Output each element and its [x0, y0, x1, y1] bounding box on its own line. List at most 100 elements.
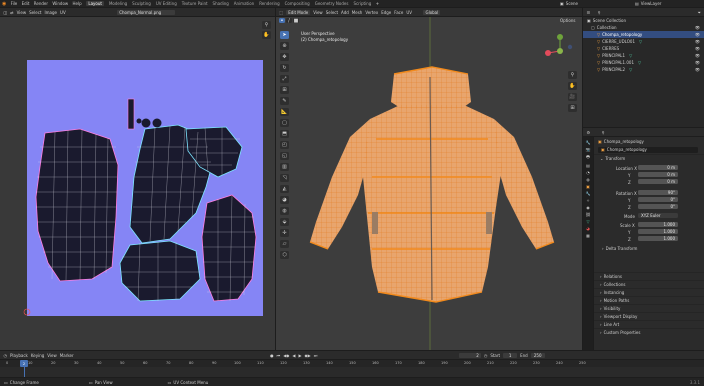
location-z-field[interactable]: 0 m — [638, 179, 678, 184]
uv-sync-icon[interactable]: ⇄ — [10, 10, 13, 15]
data-tab-icon[interactable]: ▽ — [586, 219, 589, 224]
play-reverse-icon[interactable]: ◀ — [292, 353, 295, 358]
custom-properties-section[interactable]: › Custom Properties — [594, 328, 704, 336]
menu-help[interactable]: Help — [73, 1, 82, 6]
workspace-tab-modeling[interactable]: Modeling — [109, 1, 127, 6]
timeline-editor-type-icon[interactable]: ◷ — [4, 353, 8, 358]
outliner-item-collection[interactable]: ▢ Collection 👁 — [583, 24, 704, 31]
tool-tab-icon[interactable]: 🔧 — [586, 140, 591, 145]
scale-z-field[interactable]: 1.000 — [638, 236, 678, 241]
viewlayer-field[interactable]: ViewLayer — [641, 1, 662, 6]
start-frame-field[interactable]: 1 — [503, 352, 518, 358]
rotation-x-field[interactable]: 90° — [638, 190, 678, 195]
world-tab-icon[interactable]: ◍ — [586, 177, 590, 182]
visibility-section[interactable]: › Visibility — [594, 304, 704, 312]
location-x-field[interactable]: 0 m — [638, 165, 678, 170]
timeline-marker-menu[interactable]: Marker — [60, 353, 74, 358]
uv-editor-canvas[interactable]: ⚲ ✋ — [0, 17, 275, 350]
uv-view-menu[interactable]: View — [17, 10, 27, 15]
scale-y-field[interactable]: 1.000 — [638, 229, 678, 234]
workspace-tab-texture-paint[interactable]: Texture Paint — [182, 1, 208, 6]
visibility-eye-icon[interactable]: 👁 — [695, 32, 700, 37]
visibility-eye-icon[interactable]: 👁 — [695, 67, 700, 72]
output-tab-icon[interactable]: 🖶 — [586, 154, 590, 161]
collections-section[interactable]: › Collections — [594, 280, 704, 288]
viewport-view-menu[interactable]: View — [313, 10, 323, 15]
delta-transform-subpanel[interactable]: › Delta Transform — [602, 246, 637, 251]
instancing-section[interactable]: › Instancing — [594, 288, 704, 296]
menu-edit[interactable]: Edit — [22, 1, 30, 6]
workspace-tab-scripting[interactable]: Scripting — [353, 1, 371, 6]
menu-file[interactable]: File — [11, 1, 18, 6]
visibility-eye-icon[interactable]: 👁 — [695, 60, 700, 65]
scale-x-field[interactable]: 1.000 — [638, 222, 678, 227]
uv-pan-icon[interactable]: ✋ — [262, 31, 271, 39]
uv-select-menu[interactable]: Select — [29, 10, 41, 15]
jump-end-icon[interactable]: ⏭ — [314, 353, 318, 358]
viewport-mesh-menu[interactable]: Mesh — [352, 10, 363, 15]
properties-editor-type-icon[interactable]: ⚙ — [587, 130, 591, 135]
playhead[interactable]: 2 — [20, 360, 28, 367]
outliner-search-icon[interactable]: ⚲ — [598, 10, 601, 15]
record-icon[interactable]: ● — [270, 353, 274, 358]
viewlayer-selector[interactable]: ▤ ViewLayer — [635, 0, 661, 7]
properties-search-icon[interactable]: ⚲ — [602, 130, 605, 135]
workspace-tab-sculpting[interactable]: Sculpting — [132, 1, 151, 6]
viewport-vertex-menu[interactable]: Vertex — [365, 10, 378, 15]
workspace-tab-uv-editing[interactable]: UV Editing — [156, 1, 177, 6]
uv-uv-menu[interactable]: UV — [60, 10, 66, 15]
visibility-eye-icon[interactable]: 👁 — [695, 39, 700, 44]
outliner-item-principal1[interactable]: ▽ PRINCIPAL1 ▽ 👁 — [583, 52, 704, 59]
current-frame-field[interactable]: 2 — [458, 352, 481, 358]
timeline-view-menu[interactable]: View — [47, 353, 57, 358]
constraints-tab-icon[interactable]: ⛓ — [585, 212, 590, 217]
physics-tab-icon[interactable]: ◉ — [586, 205, 590, 210]
viewport-select-menu[interactable]: Select — [326, 10, 338, 15]
visibility-eye-icon[interactable]: 👁 — [695, 53, 700, 58]
workspace-tab-geometry-nodes[interactable]: Geometry Nodes — [315, 1, 349, 6]
texture-tab-icon[interactable]: ▦ — [586, 233, 590, 238]
outliner-editor-type-icon[interactable]: ☰ — [587, 10, 591, 15]
object-name-field[interactable]: ▣ Chompa_retopology — [598, 146, 698, 153]
viewport-uv-menu[interactable]: UV — [406, 10, 412, 15]
outliner-item-principal2[interactable]: ▽ PRINCIPAL2 ▽ 👁 — [583, 66, 704, 73]
outliner-item-chompa-retopology[interactable]: ▽ Chompa_retopology 👁 — [583, 31, 704, 38]
next-keyframe-icon[interactable]: ◆▶ — [305, 353, 311, 358]
workspace-tab-compositing[interactable]: Compositing — [285, 1, 310, 6]
rotation-mode-select[interactable]: XYZ Euler — [638, 213, 678, 218]
material-tab-icon[interactable]: ◕ — [586, 226, 590, 231]
viewport-add-menu[interactable]: Add — [341, 10, 349, 15]
transform-section[interactable]: ⌄ Transform — [594, 154, 704, 162]
blender-logo-icon[interactable]: ◉ — [2, 1, 6, 7]
end-frame-field[interactable]: 250 — [530, 352, 545, 358]
viewport-display-section[interactable]: › Viewport Display — [594, 312, 704, 320]
scene-tab-icon[interactable]: ◔ — [586, 170, 590, 175]
outliner-item-principal1-001[interactable]: ▽ PRINCIPAL1.001 ▽ 👁 — [583, 59, 704, 66]
timeline-area[interactable]: 0 10 20 30 40 50 60 70 80 90 100 110 120… — [0, 360, 704, 377]
menu-render[interactable]: Render — [34, 1, 48, 6]
visibility-eye-icon[interactable]: 👁 — [695, 25, 700, 30]
visibility-eye-icon[interactable]: 👁 — [695, 46, 700, 51]
workspace-tab-rendering[interactable]: Rendering — [259, 1, 279, 6]
uv-editor-type-icon[interactable]: ◫ — [4, 10, 8, 15]
particles-tab-icon[interactable]: ✧ — [586, 198, 589, 203]
modifier-tab-icon[interactable]: 🔧 — [586, 191, 591, 196]
viewport-edge-menu[interactable]: Edge — [381, 10, 391, 15]
uv-zoom-icon[interactable]: ⚲ — [262, 21, 271, 29]
location-y-field[interactable]: 0 m — [638, 172, 678, 177]
relations-section[interactable]: › Relations — [594, 272, 704, 280]
outliner-scene-collection[interactable]: ▣ Scene Collection — [583, 17, 704, 24]
jump-start-icon[interactable]: ⏮ — [277, 353, 281, 358]
scene-field[interactable]: Scene — [566, 1, 578, 6]
prev-keyframe-icon[interactable]: ◀◆ — [283, 353, 289, 358]
timeline-playback-menu[interactable]: Playback — [10, 353, 28, 358]
transform-orientation-selector[interactable]: Global — [423, 9, 441, 15]
3d-viewport[interactable]: • / ■ Options User Perspective (2) Chomp… — [276, 17, 582, 350]
workspace-tab-layout[interactable]: Layout — [86, 1, 104, 6]
workspace-tab-shading[interactable]: Shading — [213, 1, 229, 6]
view-layer-tab-icon[interactable]: ▤ — [586, 163, 590, 168]
rotation-y-field[interactable]: 0° — [638, 197, 678, 202]
rotation-z-field[interactable]: 0° — [638, 204, 678, 209]
uv-image-selector[interactable]: Chompa_Normal.png — [117, 9, 176, 15]
outliner-item-cierres[interactable]: ▽ CIERRES 👁 — [583, 45, 704, 52]
